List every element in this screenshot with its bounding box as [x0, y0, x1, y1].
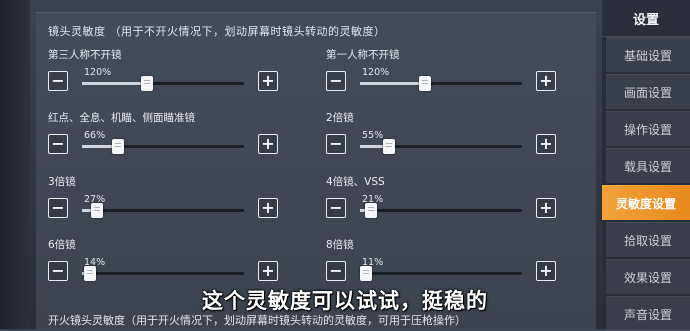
sensitivity-value: 66% — [84, 130, 106, 141]
sensitivity-value: 120% — [362, 67, 390, 78]
decrease-button[interactable]: − — [48, 71, 68, 91]
increase-button[interactable]: + — [536, 198, 556, 218]
slider-thumb[interactable] — [84, 266, 97, 281]
increase-button[interactable]: + — [536, 261, 556, 281]
decrease-button[interactable]: − — [48, 261, 68, 281]
sensitivity-value: 21% — [362, 194, 384, 205]
sensitivity-slider[interactable] — [360, 139, 522, 154]
sidebar-item[interactable]: 载具设置 — [606, 148, 690, 183]
sensitivity-value: 120% — [84, 67, 112, 78]
sensitivity-slider[interactable] — [360, 76, 522, 91]
sidebar-item[interactable]: 灵敏度设置 — [602, 185, 690, 220]
sensitivity-slider[interactable] — [360, 203, 522, 218]
slider-fill — [360, 82, 425, 85]
sensitivity-panel: 镜头灵敏度 （用于不开火情况下，划动屏幕时镜头转动的灵敏度） 第三人称不开镜 − 1… — [36, 12, 596, 330]
slider-thumb[interactable] — [360, 266, 373, 281]
slider-thumb[interactable] — [383, 139, 396, 154]
sensitivity-label: 6倍镜 — [48, 239, 76, 251]
decrease-button[interactable]: − — [48, 198, 68, 218]
sensitivity-slider[interactable] — [82, 76, 244, 91]
sensitivity-value: 11% — [362, 257, 384, 268]
sensitivity-label: 4倍镜、VSS — [326, 176, 385, 188]
sensitivity-value: 14% — [84, 257, 106, 268]
decrease-button[interactable]: − — [326, 198, 346, 218]
sensitivity-slider[interactable] — [82, 203, 244, 218]
decrease-button[interactable]: − — [326, 71, 346, 91]
sensitivity-label: 第三人称不开镜 — [48, 49, 122, 61]
slider-thumb[interactable] — [365, 203, 378, 218]
increase-button[interactable]: + — [258, 261, 278, 281]
sensitivity-slider[interactable] — [82, 266, 244, 281]
left-edge — [0, 0, 30, 329]
sidebar-item[interactable]: 拾取设置 — [606, 222, 690, 257]
increase-button[interactable]: + — [258, 198, 278, 218]
decrease-button[interactable]: − — [48, 134, 68, 154]
sensitivity-slider[interactable] — [82, 139, 244, 154]
sensitivity-label: 8倍镜 — [326, 239, 354, 251]
video-subtitle: 这个灵敏度可以试试，挺稳的 — [202, 289, 488, 313]
increase-button[interactable]: + — [258, 71, 278, 91]
decrease-button[interactable]: − — [326, 134, 346, 154]
slider-thumb[interactable] — [90, 203, 103, 218]
sensitivity-value: 55% — [362, 130, 384, 141]
sidebar-item[interactable]: 基础设置 — [606, 37, 690, 72]
sidebar-item[interactable]: 操作设置 — [606, 111, 690, 146]
scope-sensitivity-title: 镜头灵敏度 （用于不开火情况下，划动屏幕时镜头转动的灵敏度） — [48, 25, 386, 38]
slider-thumb[interactable] — [111, 139, 124, 154]
sensitivity-slider[interactable] — [360, 266, 522, 281]
settings-sidebar: 设置 基础设置 画面设置 操作设置 载具设置 灵敏度设置 拾取设置 效果设置 声音设置 — [602, 0, 690, 331]
sidebar-item[interactable]: 画面设置 — [606, 74, 690, 109]
sidebar-title: 设置 — [602, 0, 690, 37]
slider-thumb[interactable] — [418, 76, 431, 91]
sensitivity-value: 27% — [84, 194, 106, 205]
increase-button[interactable]: + — [536, 134, 556, 154]
increase-button[interactable]: + — [536, 71, 556, 91]
sensitivity-label: 红点、全息、机瞄、侧面瞄准镜 — [48, 112, 195, 124]
sensitivity-label: 2倍镜 — [326, 112, 354, 124]
decrease-button[interactable]: − — [326, 261, 346, 281]
sensitivity-label: 第一人称不开镜 — [326, 49, 400, 61]
sensitivity-label: 3倍镜 — [48, 176, 76, 188]
slider-thumb[interactable] — [140, 76, 153, 91]
slider-fill — [82, 82, 147, 85]
increase-button[interactable]: + — [258, 134, 278, 154]
